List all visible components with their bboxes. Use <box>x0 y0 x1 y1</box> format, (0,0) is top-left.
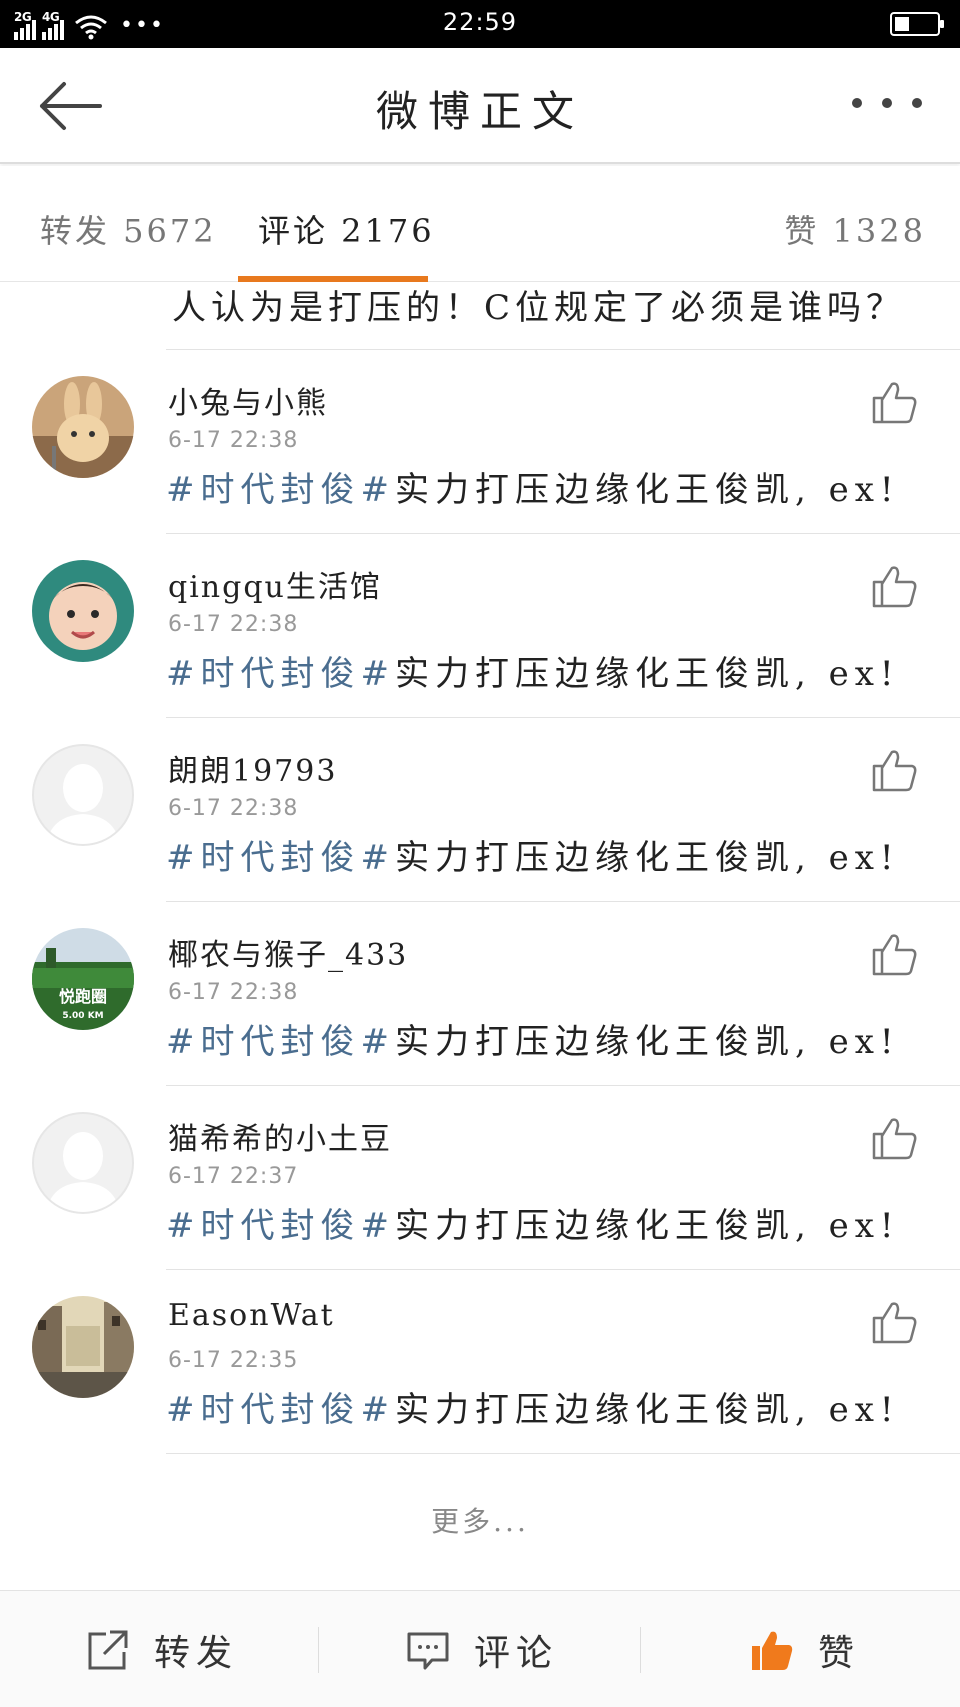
load-more-link[interactable]: 更多... <box>0 1500 960 1540</box>
comment-timestamp: 6-17 22:35 <box>168 1348 299 1373</box>
avatar[interactable] <box>32 1112 134 1214</box>
comment-body: 实力打压边缘化王俊凯, ex! <box>394 1390 900 1430</box>
comment-timestamp: 6-17 22:38 <box>168 612 299 637</box>
thumbs-up-icon[interactable] <box>870 378 918 426</box>
comment-text: #时代封俊#实力打压边缘化王俊凯, ex! <box>166 830 900 879</box>
topic-hashtag-link[interactable]: #时代封俊# <box>166 1390 395 1430</box>
topic-hashtag-link[interactable]: #时代封俊# <box>166 838 395 878</box>
comment-body: 实力打压边缘化王俊凯, ex! <box>394 1022 900 1062</box>
thumbs-up-filled-icon <box>752 1631 793 1670</box>
comment-button[interactable]: 评论 <box>406 1591 558 1707</box>
avatar[interactable]: 悦跑圈 5.00 KM <box>32 928 134 1030</box>
like-button[interactable]: 赞 <box>750 1591 860 1707</box>
post-stats-tabs: 转发 5672 评论 2176 赞 1328 <box>0 166 960 282</box>
status-bar: 2G 4G ••• 22:59 <box>0 0 960 48</box>
street-avatar-image <box>32 1296 134 1398</box>
comment-text: #时代封俊#实力打压边缘化王俊凯, ex! <box>166 462 900 511</box>
comment-item[interactable]: 朗朗19793 6-17 22:38 #时代封俊#实力打压边缘化王俊凯, ex! <box>0 718 960 902</box>
divider <box>166 1453 960 1454</box>
comment-text: #时代封俊#实力打压边缘化王俊凯, ex! <box>166 1382 900 1431</box>
comment-bubble-icon <box>407 1632 449 1669</box>
divider <box>318 1627 319 1673</box>
comment-timestamp: 6-17 22:38 <box>168 796 299 821</box>
comment-item[interactable]: 猫希希的小土豆 6-17 22:37 #时代封俊#实力打压边缘化王俊凯, ex! <box>0 1086 960 1270</box>
comment-timestamp: 6-17 22:38 <box>168 428 299 453</box>
comment-body: 实力打压边缘化王俊凯, ex! <box>394 470 900 510</box>
comment-username[interactable]: EasonWat <box>168 1298 335 1333</box>
topic-hashtag-link[interactable]: #时代封俊# <box>166 470 395 510</box>
comment-item[interactable]: 悦跑圈 5.00 KM 椰农与猴子_433 6-17 22:38 #时代封俊#实… <box>0 902 960 1086</box>
thumbs-up-icon[interactable] <box>870 746 918 794</box>
forward-label: 转发 <box>154 1632 239 1674</box>
default-avatar-image <box>32 744 134 846</box>
running-app-distance: 5.00 KM <box>62 1011 103 1021</box>
default-avatar-image <box>32 1112 134 1214</box>
comment-text: #时代封俊#实力打压边缘化王俊凯, ex! <box>166 1014 900 1063</box>
comment-username[interactable]: qingqu生活馆 <box>168 562 382 606</box>
battery-level <box>895 17 909 31</box>
topic-hashtag-link[interactable]: #时代封俊# <box>166 654 395 694</box>
bottom-action-bar: 转发 评论 赞 <box>0 1590 960 1707</box>
avatar[interactable] <box>32 744 134 846</box>
tab-like[interactable]: 赞 1328 <box>784 206 926 252</box>
thumbs-up-icon[interactable] <box>870 1114 918 1162</box>
bunny-avatar-image <box>32 376 134 478</box>
topic-hashtag-link[interactable]: #时代封俊# <box>166 1206 395 1246</box>
forward-button[interactable]: 转发 <box>86 1591 238 1707</box>
comment-item[interactable]: 小兔与小熊 6-17 22:38 #时代封俊#实力打压边缘化王俊凯, ex! <box>0 350 960 534</box>
tab-comment[interactable]: 评论 2176 <box>258 206 435 252</box>
divider <box>640 1627 641 1673</box>
avatar[interactable] <box>32 1296 134 1398</box>
comment-item[interactable]: qingqu生活馆 6-17 22:38 #时代封俊#实力打压边缘化王俊凯, e… <box>0 534 960 718</box>
topic-hashtag-link[interactable]: #时代封俊# <box>166 1022 395 1062</box>
thumbs-up-icon[interactable] <box>870 930 918 978</box>
comment-body: 实力打压边缘化王俊凯, ex! <box>394 654 900 694</box>
status-time: 22:59 <box>442 8 518 36</box>
running-app-title: 悦跑圈 <box>59 987 107 1006</box>
comment-label: 评论 <box>474 1632 559 1674</box>
previous-comment-text: 人认为是打压的！C位规定了必须是谁吗？ <box>172 288 906 328</box>
share-forward-icon <box>88 1630 128 1669</box>
avatar[interactable] <box>32 560 134 662</box>
thumbs-up-icon[interactable] <box>870 1298 918 1346</box>
comment-item[interactable]: EasonWat 6-17 22:35 #时代封俊#实力打压边缘化王俊凯, ex… <box>0 1270 960 1454</box>
comment-body: 实力打压边缘化王俊凯, ex! <box>394 838 900 878</box>
comment-username[interactable]: 椰农与猴子_433 <box>168 930 408 974</box>
top-navigation-bar: 微博正文 <box>0 48 960 164</box>
comment-body: 实力打压边缘化王俊凯, ex! <box>394 1206 900 1246</box>
comment-text: #时代封俊#实力打压边缘化王俊凯, ex! <box>166 1198 900 1247</box>
comment-timestamp: 6-17 22:37 <box>168 1164 299 1189</box>
baby-avatar-image <box>32 560 134 662</box>
page-title: 微博正文 <box>375 87 584 136</box>
comment-timestamp: 6-17 22:38 <box>168 980 299 1005</box>
comment-username[interactable]: 朗朗19793 <box>168 746 337 790</box>
battery-icon <box>890 12 944 36</box>
tab-forward[interactable]: 转发 5672 <box>40 206 217 252</box>
avatar[interactable] <box>32 376 134 478</box>
comment-username[interactable]: 小兔与小熊 <box>168 378 328 422</box>
comment-username[interactable]: 猫希希的小土豆 <box>168 1114 392 1158</box>
comment-text: #时代封俊#实力打压边缘化王俊凯, ex! <box>166 646 900 695</box>
running-app-avatar-image: 悦跑圈 5.00 KM <box>32 928 134 1030</box>
more-dots-icon[interactable] <box>852 88 922 118</box>
like-label: 赞 <box>818 1632 861 1674</box>
thumbs-up-icon[interactable] <box>870 562 918 610</box>
